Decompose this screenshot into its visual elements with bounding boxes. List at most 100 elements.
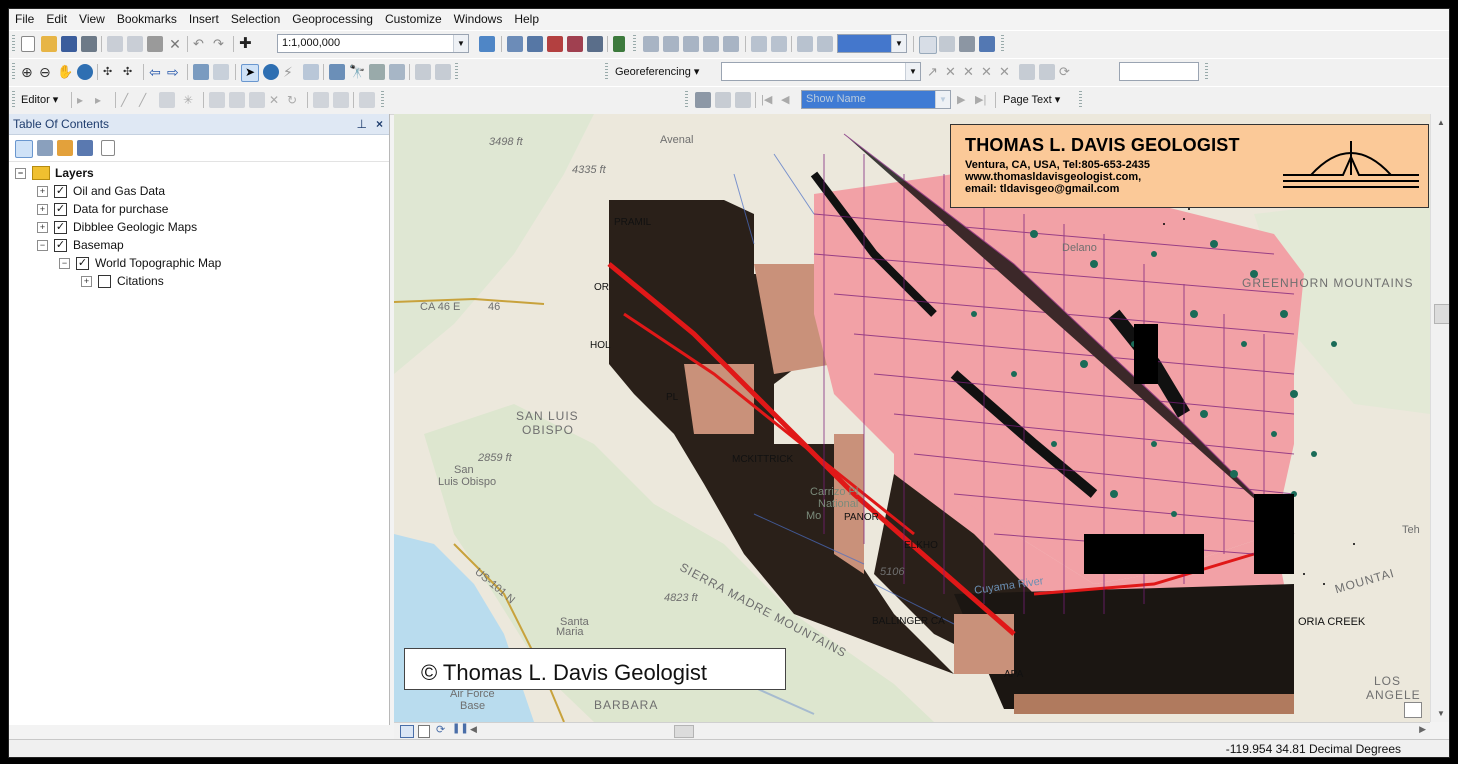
viewer-icon[interactable] bbox=[1039, 64, 1055, 80]
layer-checkbox[interactable]: ✓ bbox=[54, 220, 67, 234]
reshape-icon[interactable] bbox=[229, 92, 245, 108]
menu-edit[interactable]: Edit bbox=[40, 9, 73, 30]
layer-checkbox[interactable]: ✓ bbox=[54, 202, 67, 216]
menu-view[interactable]: View bbox=[73, 9, 111, 30]
model-builder-icon[interactable] bbox=[613, 36, 625, 52]
search-window-icon[interactable] bbox=[547, 36, 563, 52]
catalog-icon[interactable] bbox=[527, 36, 543, 52]
menu-insert[interactable]: Insert bbox=[183, 9, 225, 30]
menu-bookmarks[interactable]: Bookmarks bbox=[111, 9, 183, 30]
chevron-down-icon[interactable]: ▼ bbox=[935, 91, 950, 108]
map-view[interactable]: 3498 ft Avenal 4335 ft Delano GREENHORN … bbox=[394, 114, 1430, 722]
find-icon[interactable]: 🔭 bbox=[349, 64, 365, 80]
new-document-icon[interactable] bbox=[21, 36, 35, 52]
refresh-icon[interactable]: ⟳ bbox=[436, 723, 445, 736]
fixed-zoom-out-icon[interactable]: ✣ bbox=[123, 64, 139, 80]
shift-icon[interactable]: ✕ bbox=[945, 64, 961, 80]
html-popup-icon[interactable] bbox=[303, 64, 319, 80]
layout-tool-icon[interactable] bbox=[703, 36, 719, 52]
layer-node-layers[interactable]: − Layers bbox=[15, 164, 94, 182]
chevron-down-icon[interactable]: ▼ bbox=[453, 35, 468, 52]
close-icon[interactable]: × bbox=[376, 114, 383, 134]
delete-icon[interactable]: ✕ bbox=[167, 36, 183, 52]
select-features-icon[interactable] bbox=[193, 64, 209, 80]
layout-tool-icon[interactable] bbox=[643, 36, 659, 52]
rotate-icon[interactable]: ↗ bbox=[927, 64, 943, 80]
chevron-down-icon[interactable]: ▼ bbox=[905, 63, 920, 80]
collapse-icon[interactable]: − bbox=[15, 167, 26, 179]
rotate-feature-icon[interactable]: ↻ bbox=[287, 92, 303, 108]
view-link-table-icon[interactable] bbox=[1019, 64, 1035, 80]
list-by-selection-icon[interactable] bbox=[77, 140, 93, 156]
paste-icon[interactable] bbox=[147, 36, 163, 52]
point-icon[interactable]: ✳ bbox=[183, 92, 199, 108]
scroll-left-icon[interactable]: ◀ bbox=[470, 724, 477, 735]
magnifier-window-icon[interactable] bbox=[1404, 702, 1422, 718]
layout-tool-icon[interactable] bbox=[683, 36, 699, 52]
zoom-page-icon[interactable] bbox=[817, 36, 833, 52]
menu-windows[interactable]: Windows bbox=[448, 9, 509, 30]
edit-tool-icon[interactable]: ▸ bbox=[77, 92, 93, 108]
select-elements-icon[interactable]: ➤ bbox=[241, 64, 259, 82]
pan-icon[interactable]: ✋ bbox=[57, 64, 73, 80]
expand-icon[interactable]: + bbox=[37, 221, 48, 233]
open-folder-icon[interactable] bbox=[41, 36, 57, 52]
chevron-down-icon[interactable]: ▼ bbox=[891, 35, 906, 52]
create-features-icon[interactable] bbox=[359, 92, 375, 108]
grid-icon[interactable] bbox=[751, 36, 767, 52]
vertical-scrollbar[interactable]: ▲ ▼ bbox=[1430, 114, 1449, 722]
layer-checkbox[interactable]: ✓ bbox=[54, 238, 67, 252]
zoom-in-icon[interactable]: ⊕ bbox=[21, 64, 37, 80]
save-icon[interactable] bbox=[61, 36, 77, 52]
split-icon[interactable]: ✕ bbox=[269, 92, 285, 108]
arctoolbox-icon[interactable] bbox=[567, 36, 583, 52]
copy-icon[interactable] bbox=[127, 36, 143, 52]
menu-customize[interactable]: Customize bbox=[379, 9, 448, 30]
add-data-icon[interactable]: ✚ bbox=[239, 36, 255, 52]
menu-geoprocessing[interactable]: Geoprocessing bbox=[286, 9, 379, 30]
scroll-down-icon[interactable]: ▼ bbox=[1437, 709, 1445, 718]
attributes-icon[interactable] bbox=[313, 92, 329, 108]
toolbar-grip[interactable] bbox=[12, 63, 15, 81]
layer-node-citations[interactable]: + Citations bbox=[81, 272, 164, 290]
table-of-contents-icon[interactable] bbox=[507, 36, 523, 52]
export-pages-icon[interactable] bbox=[735, 92, 751, 108]
layout-zoom-combo[interactable]: ▼ bbox=[837, 34, 907, 53]
redo-icon[interactable]: ↷ bbox=[213, 36, 229, 52]
next-page-icon[interactable]: ▶ bbox=[957, 92, 973, 108]
refresh-pages-icon[interactable] bbox=[715, 92, 731, 108]
go-forward-icon[interactable]: ⇨ bbox=[167, 64, 183, 80]
time-slider-icon[interactable] bbox=[415, 64, 431, 80]
scroll-right-icon[interactable]: ▶ bbox=[1419, 724, 1426, 735]
trace-icon[interactable] bbox=[159, 92, 175, 108]
zoom-page-icon[interactable] bbox=[797, 36, 813, 52]
rotate-display-icon[interactable]: ⟳ bbox=[1059, 64, 1075, 80]
editor-menu[interactable]: Editor ▾ bbox=[21, 92, 58, 108]
layer-checkbox[interactable]: ✓ bbox=[54, 184, 67, 198]
expand-icon[interactable]: + bbox=[37, 203, 48, 215]
clear-selection-icon[interactable] bbox=[213, 64, 229, 80]
toolbar-grip[interactable] bbox=[605, 63, 608, 81]
page-text-menu[interactable]: Page Text ▾ bbox=[1003, 92, 1060, 108]
end-point-arc-icon[interactable]: ╱ bbox=[139, 92, 155, 108]
go-back-icon[interactable]: ⇦ bbox=[149, 64, 165, 80]
page-name-combo[interactable]: Show Name ▼ bbox=[801, 90, 951, 109]
layer-node-oil-and-gas-data[interactable]: + ✓ Oil and Gas Data bbox=[37, 182, 165, 200]
toolbar-grip[interactable] bbox=[1001, 35, 1004, 53]
fixed-zoom-in-icon[interactable]: ✣ bbox=[103, 64, 119, 80]
list-by-source-icon[interactable] bbox=[37, 140, 53, 156]
last-page-icon[interactable]: ▶| bbox=[975, 92, 991, 108]
find-route-icon[interactable] bbox=[369, 64, 385, 80]
change-layout-icon[interactable] bbox=[959, 36, 975, 52]
edit-vertices-icon[interactable] bbox=[209, 92, 225, 108]
pin-icon[interactable]: ⊥ bbox=[357, 114, 367, 134]
data-view-icon[interactable] bbox=[400, 725, 414, 738]
menu-file[interactable]: File bbox=[9, 9, 40, 30]
expand-icon[interactable]: + bbox=[81, 275, 92, 287]
first-page-icon[interactable]: |◀ bbox=[761, 92, 777, 108]
menu-selection[interactable]: Selection bbox=[225, 9, 286, 30]
data-driven-pages-icon[interactable] bbox=[979, 36, 995, 52]
layer-node-dibblee-geologic-maps[interactable]: + ✓ Dibblee Geologic Maps bbox=[37, 218, 197, 236]
grid-icon[interactable] bbox=[771, 36, 787, 52]
toolbar-grip[interactable] bbox=[1079, 91, 1082, 109]
